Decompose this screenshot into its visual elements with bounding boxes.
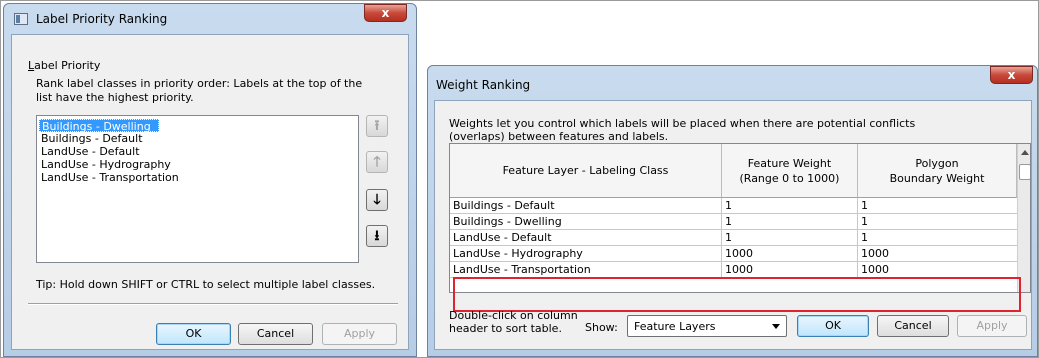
dialog-title: Weight Ranking	[436, 78, 531, 92]
move-to-bottom-button[interactable]: ⭳	[366, 225, 388, 247]
ok-button[interactable]: OK	[797, 315, 869, 337]
table-row[interactable]: LandUse - Transportation 1000 1000	[450, 262, 1018, 278]
show-label: Show:	[585, 321, 618, 334]
table-row[interactable]: LandUse - Default 1 1	[450, 230, 1018, 246]
window-icon	[14, 13, 28, 25]
move-up-button[interactable]: 🡑	[366, 151, 388, 173]
cell-feature-weight[interactable]: 1	[722, 230, 858, 246]
table-row[interactable]: Buildings - Default 1 1	[450, 198, 1018, 214]
cell-polygon-weight[interactable]: 1000	[858, 246, 1018, 262]
close-button[interactable]: x	[364, 4, 407, 22]
vertical-scrollbar[interactable]	[1017, 144, 1030, 292]
cell-polygon-weight[interactable]: 1	[858, 214, 1018, 230]
close-button[interactable]: x	[990, 66, 1033, 84]
show-dropdown-value: Feature Layers	[634, 320, 716, 333]
screen: Label Priority Ranking x Label Priority …	[0, 0, 1039, 358]
arrow-down-icon: 🡓	[373, 192, 381, 208]
label-class-list[interactable]: Buildings - Dwelling Buildings - Default…	[36, 115, 359, 263]
table-row[interactable]: Buildings - Dwelling 1 1	[450, 214, 1018, 230]
scroll-thumb[interactable]	[1019, 164, 1030, 180]
title-bar[interactable]: Label Priority Ranking x	[4, 4, 416, 34]
cell-polygon-weight[interactable]: 1	[858, 230, 1018, 246]
chevron-down-icon	[772, 324, 780, 329]
list-item[interactable]: Buildings - Default	[39, 132, 143, 145]
cell-polygon-weight[interactable]: 1000	[858, 262, 1018, 278]
column-header-polygon-weight[interactable]: Polygon Boundary Weight	[858, 144, 1017, 198]
scroll-up-icon[interactable]	[1021, 150, 1029, 155]
dialog-title: Label Priority Ranking	[36, 12, 168, 26]
cell-feature-weight[interactable]: 1000	[722, 262, 858, 278]
dialog-client: Weights let you control which labels wil…	[434, 100, 1032, 350]
column-header-layer[interactable]: Feature Layer - Labeling Class	[450, 144, 722, 198]
highlight-box	[453, 277, 1021, 312]
move-to-top-icon: ⭱	[374, 118, 380, 134]
show-dropdown[interactable]: Feature Layers	[627, 315, 787, 337]
tip-text: Tip: Hold down SHIFT or CTRL to select m…	[36, 278, 376, 291]
divider	[28, 303, 398, 305]
move-down-button[interactable]: 🡓	[366, 189, 388, 211]
description: Weights let you control which labels wil…	[449, 117, 916, 143]
list-item[interactable]: LandUse - Hydrography	[39, 158, 171, 171]
list-item[interactable]: LandUse - Default	[39, 145, 140, 158]
apply-button[interactable]: Apply	[322, 323, 397, 345]
group-title: Label Priority	[28, 59, 101, 72]
cell-feature-weight[interactable]: 1	[722, 214, 858, 230]
cell-layer[interactable]: Buildings - Dwelling	[450, 214, 722, 230]
cell-layer[interactable]: LandUse - Transportation	[450, 262, 722, 278]
cell-feature-weight[interactable]: 1	[722, 198, 858, 214]
dialog-client: Label Priority Rank label classes in pri…	[11, 34, 409, 350]
label-priority-dialog: Label Priority Ranking x Label Priority …	[3, 3, 417, 357]
weight-ranking-dialog: Weight Ranking x Weights let you control…	[427, 65, 1038, 357]
cancel-button[interactable]: Cancel	[877, 315, 949, 337]
list-item[interactable]: LandUse - Transportation	[39, 171, 179, 184]
table-row[interactable]: LandUse - Hydrography 1000 1000	[450, 246, 1018, 262]
arrow-up-icon: 🡑	[373, 154, 381, 170]
move-to-bottom-icon: ⭳	[374, 228, 380, 244]
weight-table[interactable]: Feature Layer - Labeling Class Feature W…	[449, 143, 1031, 293]
cell-layer[interactable]: Buildings - Default	[450, 198, 722, 214]
cell-layer[interactable]: LandUse - Hydrography	[450, 246, 722, 262]
apply-button[interactable]: Apply	[957, 315, 1027, 337]
ok-button[interactable]: OK	[156, 323, 231, 345]
sort-hint: Double-click on column header to sort ta…	[449, 309, 578, 335]
cell-polygon-weight[interactable]: 1	[858, 198, 1018, 214]
move-to-top-button[interactable]: ⭱	[366, 115, 388, 137]
list-item[interactable]: Buildings - Dwelling	[39, 119, 159, 133]
description: Rank label classes in priority order: La…	[36, 77, 363, 104]
cancel-button[interactable]: Cancel	[238, 323, 313, 345]
cell-layer[interactable]: LandUse - Default	[450, 230, 722, 246]
cell-feature-weight[interactable]: 1000	[722, 246, 858, 262]
column-header-feature-weight[interactable]: Feature Weight (Range 0 to 1000)	[722, 144, 858, 198]
